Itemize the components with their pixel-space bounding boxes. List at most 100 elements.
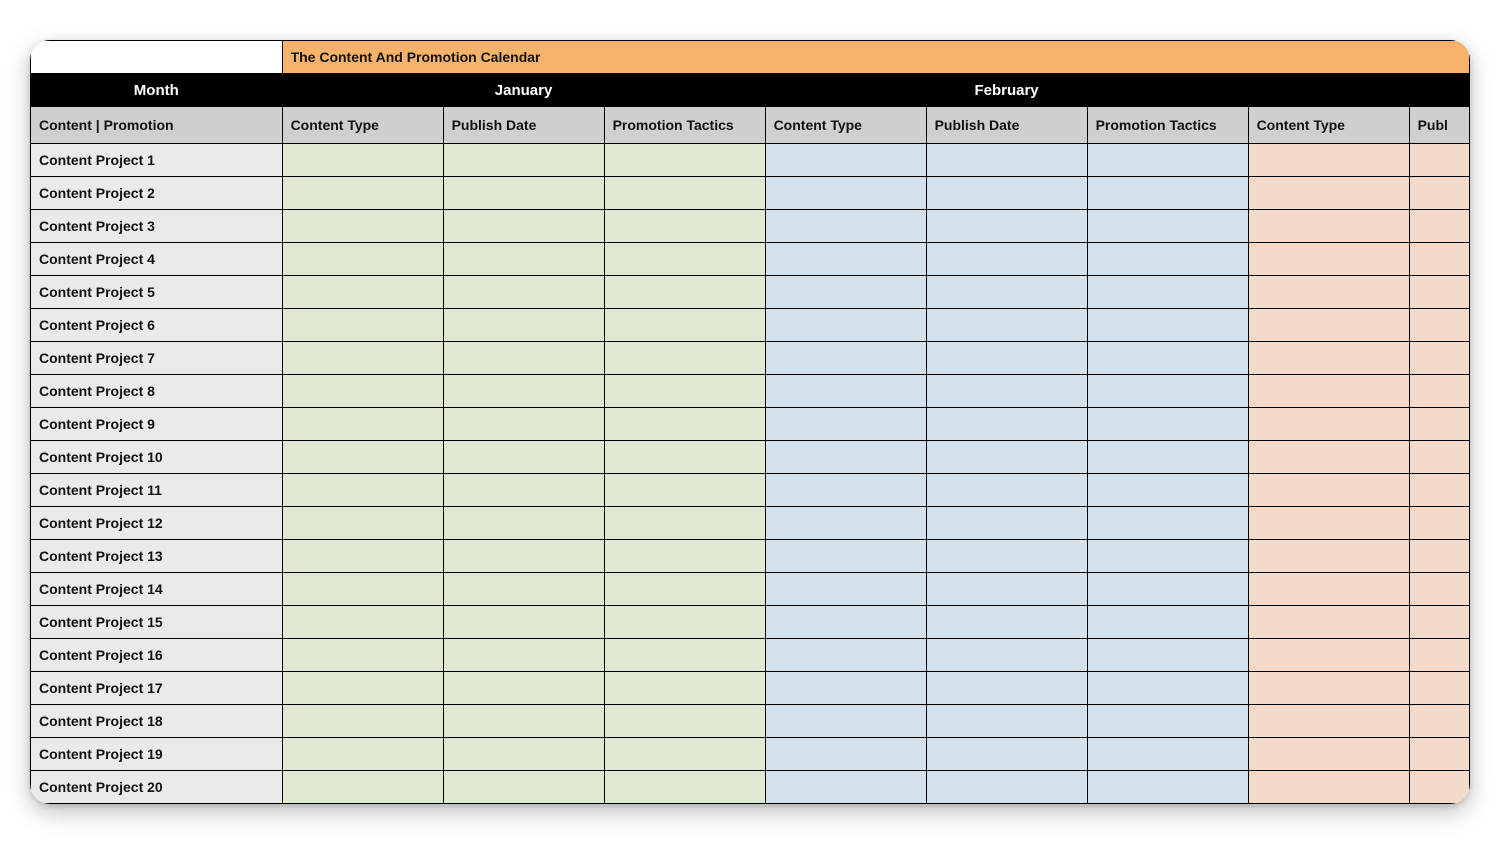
col-publish-date-jan[interactable]: Publish Date: [443, 107, 604, 144]
data-cell[interactable]: [282, 672, 443, 705]
data-cell[interactable]: [926, 408, 1087, 441]
month-january[interactable]: January: [282, 74, 765, 107]
data-cell[interactable]: [1409, 474, 1469, 507]
data-cell[interactable]: [282, 342, 443, 375]
data-cell[interactable]: [443, 771, 604, 804]
data-cell[interactable]: [1409, 276, 1469, 309]
data-cell[interactable]: [1087, 243, 1248, 276]
col-content-type-feb[interactable]: Content Type: [765, 107, 926, 144]
data-cell[interactable]: [765, 210, 926, 243]
row-label[interactable]: Content Project 15: [31, 606, 283, 639]
data-cell[interactable]: [282, 738, 443, 771]
data-cell[interactable]: [765, 474, 926, 507]
row-label[interactable]: Content Project 14: [31, 573, 283, 606]
data-cell[interactable]: [443, 738, 604, 771]
data-cell[interactable]: [1087, 441, 1248, 474]
data-cell[interactable]: [765, 771, 926, 804]
data-cell[interactable]: [765, 144, 926, 177]
data-cell[interactable]: [1248, 309, 1409, 342]
data-cell[interactable]: [1409, 705, 1469, 738]
data-cell[interactable]: [1087, 309, 1248, 342]
data-cell[interactable]: [1248, 375, 1409, 408]
data-cell[interactable]: [1409, 540, 1469, 573]
data-cell[interactable]: [604, 738, 765, 771]
data-cell[interactable]: [1087, 606, 1248, 639]
row-label[interactable]: Content Project 18: [31, 705, 283, 738]
row-label[interactable]: Content Project 10: [31, 441, 283, 474]
data-cell[interactable]: [604, 771, 765, 804]
data-cell[interactable]: [765, 441, 926, 474]
data-cell[interactable]: [604, 606, 765, 639]
data-cell[interactable]: [604, 375, 765, 408]
data-cell[interactable]: [1409, 144, 1469, 177]
data-cell[interactable]: [765, 639, 926, 672]
data-cell[interactable]: [604, 243, 765, 276]
data-cell[interactable]: [443, 672, 604, 705]
data-cell[interactable]: [443, 144, 604, 177]
data-cell[interactable]: [926, 507, 1087, 540]
data-cell[interactable]: [765, 705, 926, 738]
data-cell[interactable]: [282, 276, 443, 309]
data-cell[interactable]: [926, 606, 1087, 639]
data-cell[interactable]: [926, 474, 1087, 507]
data-cell[interactable]: [1248, 144, 1409, 177]
data-cell[interactable]: [926, 243, 1087, 276]
data-cell[interactable]: [765, 243, 926, 276]
data-cell[interactable]: [604, 408, 765, 441]
data-cell[interactable]: [282, 177, 443, 210]
data-cell[interactable]: [765, 738, 926, 771]
data-cell[interactable]: [926, 144, 1087, 177]
data-cell[interactable]: [443, 573, 604, 606]
data-cell[interactable]: [1248, 342, 1409, 375]
data-cell[interactable]: [282, 639, 443, 672]
data-cell[interactable]: [282, 309, 443, 342]
data-cell[interactable]: [443, 408, 604, 441]
row-label[interactable]: Content Project 20: [31, 771, 283, 804]
data-cell[interactable]: [282, 144, 443, 177]
data-cell[interactable]: [604, 474, 765, 507]
data-cell[interactable]: [604, 540, 765, 573]
col-content-type-mar[interactable]: Content Type: [1248, 107, 1409, 144]
data-cell[interactable]: [604, 573, 765, 606]
data-cell[interactable]: [765, 342, 926, 375]
data-cell[interactable]: [1409, 375, 1469, 408]
row-label[interactable]: Content Project 17: [31, 672, 283, 705]
data-cell[interactable]: [604, 705, 765, 738]
col-content-type-jan[interactable]: Content Type: [282, 107, 443, 144]
data-cell[interactable]: [1248, 606, 1409, 639]
data-cell[interactable]: [443, 375, 604, 408]
data-cell[interactable]: [443, 342, 604, 375]
data-cell[interactable]: [604, 177, 765, 210]
data-cell[interactable]: [765, 573, 926, 606]
data-cell[interactable]: [1409, 309, 1469, 342]
data-cell[interactable]: [1248, 474, 1409, 507]
month-label-cell[interactable]: Month: [31, 74, 283, 107]
data-cell[interactable]: [926, 540, 1087, 573]
data-cell[interactable]: [604, 144, 765, 177]
data-cell[interactable]: [1087, 672, 1248, 705]
data-cell[interactable]: [443, 705, 604, 738]
row-label[interactable]: Content Project 4: [31, 243, 283, 276]
data-cell[interactable]: [926, 276, 1087, 309]
data-cell[interactable]: [1248, 540, 1409, 573]
data-cell[interactable]: [604, 441, 765, 474]
data-cell[interactable]: [282, 573, 443, 606]
data-cell[interactable]: [1087, 738, 1248, 771]
data-cell[interactable]: [604, 639, 765, 672]
data-cell[interactable]: [282, 507, 443, 540]
row-label[interactable]: Content Project 13: [31, 540, 283, 573]
data-cell[interactable]: [1409, 441, 1469, 474]
data-cell[interactable]: [282, 210, 443, 243]
data-cell[interactable]: [1248, 177, 1409, 210]
data-cell[interactable]: [1087, 408, 1248, 441]
data-cell[interactable]: [443, 606, 604, 639]
data-cell[interactable]: [1248, 771, 1409, 804]
data-cell[interactable]: [443, 177, 604, 210]
row-label[interactable]: Content Project 12: [31, 507, 283, 540]
data-cell[interactable]: [282, 705, 443, 738]
data-cell[interactable]: [604, 309, 765, 342]
data-cell[interactable]: [1087, 507, 1248, 540]
data-cell[interactable]: [1087, 573, 1248, 606]
data-cell[interactable]: [765, 276, 926, 309]
data-cell[interactable]: [604, 276, 765, 309]
